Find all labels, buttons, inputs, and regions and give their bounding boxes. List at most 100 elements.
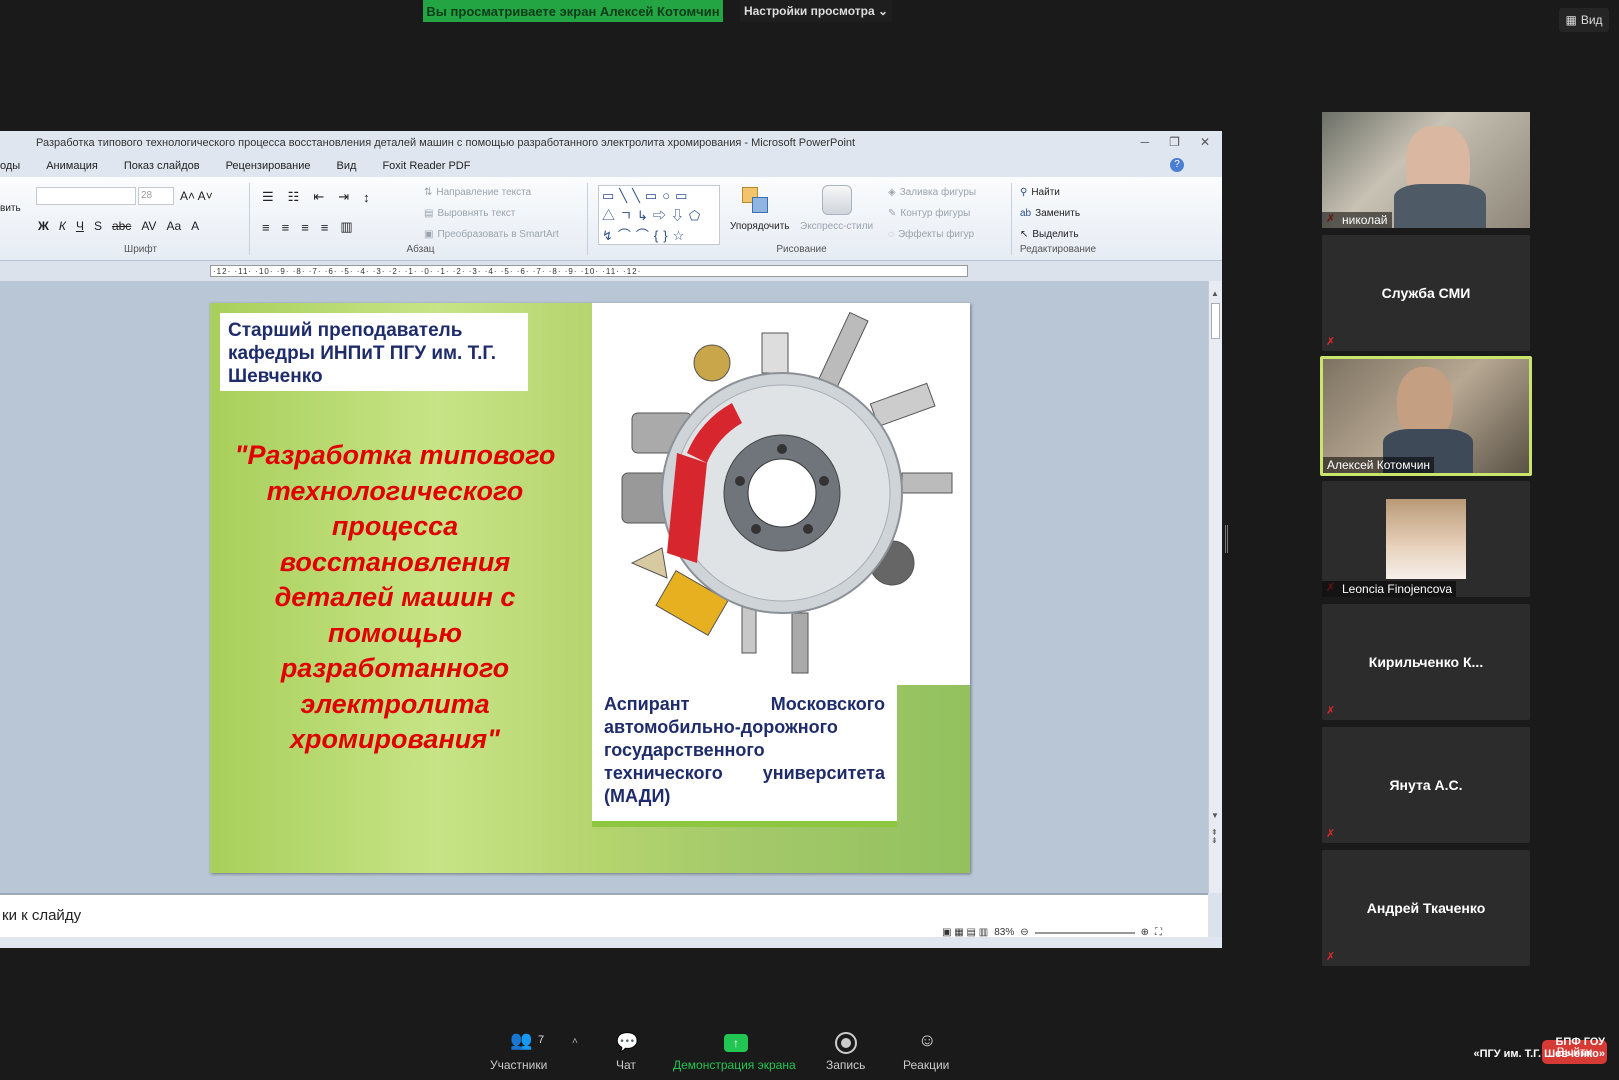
list-icons[interactable]: ☰ ☷ ⇤ ⇥ ↕: [262, 189, 370, 205]
participant-tile-active[interactable]: Алексей Котомчин: [1320, 356, 1532, 476]
close-icon[interactable]: ✕: [1200, 135, 1210, 149]
participant-name: Служба СМИ: [1381, 285, 1471, 301]
watermark-line2: «ПГУ им. Т.Г. Шевченко»: [1473, 1048, 1605, 1060]
participants-icon[interactable]: 👥: [510, 1030, 532, 1051]
fit-window-icon[interactable]: ⛶: [1155, 927, 1162, 938]
auto-parts-image[interactable]: [592, 303, 970, 685]
teacher-textbox[interactable]: Старший преподаватель кафедры ИНПиТ ПГУ …: [220, 313, 528, 391]
view-label: Вид: [1580, 13, 1603, 27]
align-icons[interactable]: ≡ ≡ ≡ ≡ ▥: [262, 219, 353, 235]
align-text[interactable]: ▤ Выровнять текст: [424, 208, 515, 219]
profile-photo: [1386, 499, 1466, 579]
arrange-button[interactable]: Упорядочить: [730, 221, 790, 232]
participants-button[interactable]: Участники: [490, 1058, 547, 1072]
replace-button[interactable]: ab Заменить: [1020, 208, 1080, 219]
zoom-level[interactable]: 83%: [994, 927, 1014, 938]
outline-icon: ✎: [888, 208, 897, 219]
smartart-label: Преобразовать в SmartArt: [437, 229, 559, 240]
muted-mic-icon: ✗: [1326, 705, 1336, 717]
slide[interactable]: Старший преподаватель кафедры ИНПиТ ПГУ …: [210, 303, 970, 873]
record-button[interactable]: Запись: [826, 1058, 865, 1072]
zoom-out-icon[interactable]: ⊖: [1020, 927, 1028, 938]
muted-mic-icon: ✗: [1326, 951, 1336, 963]
powerpoint-window: Разработка типового технологического про…: [0, 131, 1222, 948]
shape-outline[interactable]: ✎ Контур фигуры: [888, 208, 970, 219]
text-direction-icon: ⇅: [424, 187, 433, 198]
chat-icon[interactable]: 💬: [616, 1032, 638, 1053]
text-direction[interactable]: ⇅ Направление текста: [424, 187, 531, 198]
scroll-up-icon[interactable]: ▲: [1211, 289, 1219, 298]
participant-tile[interactable]: Андрей Ткаченко ✗: [1322, 850, 1530, 966]
tab-foxit[interactable]: Foxit Reader PDF: [382, 160, 470, 172]
help-icon[interactable]: ?: [1170, 158, 1184, 172]
ribbon: вить 28 A˄ A˅ Ж К Ч Sabc AV Aa A Шрифт ☰ ☷ ⇤ ⇥ ↕ ≡…: [0, 177, 1222, 261]
smartart-convert[interactable]: ▣ Преобразовать в SmartArt: [424, 229, 559, 240]
shapes-gallery[interactable]: ▭╲╲▭○▭ △ㄱ↳⇨⇩⬠ ↯⌒⌒{}☆: [598, 185, 720, 245]
share-screen-button[interactable]: Демонстрация экрана: [673, 1058, 796, 1072]
font-format-icons[interactable]: Ж К Ч Sabc AV Aa A: [38, 219, 199, 233]
zoom-in-icon[interactable]: ⊕: [1141, 927, 1149, 938]
participant-tile[interactable]: Кирильченко К... ✗: [1322, 604, 1530, 720]
scroll-down-icon[interactable]: ▼: [1211, 811, 1219, 820]
select-label: Выделить: [1032, 229, 1079, 240]
share-screen-icon[interactable]: ↑: [724, 1034, 748, 1052]
quick-styles-icon: [822, 185, 852, 215]
reactions-button[interactable]: Реакции: [903, 1058, 949, 1072]
shape-effects[interactable]: ◌ Эффекты фигур: [888, 229, 974, 240]
restore-icon[interactable]: ❐: [1169, 135, 1180, 149]
shape-outline-label: Контур фигуры: [900, 208, 971, 219]
reactions-icon[interactable]: ☺: [918, 1030, 936, 1051]
tab-animation[interactable]: Анимация: [46, 160, 98, 172]
smartart-icon: ▣: [424, 229, 434, 240]
aspirant-textbox[interactable]: Аспирант Московского автомобильно-дорожн…: [592, 685, 897, 827]
font-name-box[interactable]: [36, 187, 136, 205]
watermark: БПФ ГОУ «ПГУ им. Т.Г. Шевченко»: [1473, 1036, 1605, 1060]
find-button[interactable]: ⚲ Найти: [1020, 187, 1060, 198]
horizontal-ruler: ·12· ·11· ·10· ·9· ·8· ·7· ·6· ·5· ·4· ·…: [210, 265, 968, 277]
normal-view-icon[interactable]: ▣ ▦ ▤ ▥: [942, 927, 988, 938]
shape-effects-label: Эффекты фигур: [897, 229, 975, 240]
tab-transitions[interactable]: оды: [0, 160, 20, 172]
participant-tile[interactable]: ✗ николай: [1322, 112, 1530, 228]
tab-slideshow[interactable]: Показ слайдов: [124, 160, 200, 172]
view-settings-button[interactable]: Настройки просмотра ⌄: [740, 0, 892, 22]
drawing-group-label: Рисование: [776, 244, 827, 255]
grow-font-icon[interactable]: A˄ A˅: [180, 189, 213, 203]
participant-name: николай: [1322, 212, 1392, 228]
drawing-group: ▭╲╲▭○▭ △ㄱ↳⇨⇩⬠ ↯⌒⌒{}☆ Упорядочить Экспресс-…: [592, 183, 1012, 255]
shape-fill-label: Заливка фигуры: [899, 187, 977, 198]
shape-fill[interactable]: ◈ Заливка фигуры: [888, 187, 976, 198]
record-icon[interactable]: [835, 1032, 857, 1054]
watermark-line1: БПФ ГОУ: [1555, 1036, 1605, 1048]
status-bar: [0, 937, 1222, 948]
muted-mic-icon: ✗: [1326, 828, 1336, 840]
replace-label: Заменить: [1035, 208, 1081, 219]
fill-icon: ◈: [888, 187, 896, 198]
align-text-icon: ▤: [424, 208, 434, 219]
zoom-controls: ▣ ▦ ▤ ▥ 83% ⊖ ⊕ ⛶: [942, 927, 1162, 938]
quick-styles-button[interactable]: Экспресс-стили: [800, 221, 873, 232]
paste-button[interactable]: вить: [0, 203, 21, 214]
slide-title[interactable]: "Разработка типового технологического пр…: [230, 438, 560, 758]
zoom-slider[interactable]: [1034, 931, 1135, 934]
shirt-shape: [1394, 184, 1486, 228]
tab-view[interactable]: Вид: [337, 160, 357, 172]
editing-group: ⚲ Найти ab Заменить ↖ Выделить Редактирован…: [1016, 183, 1100, 255]
prev-slide-icon[interactable]: ⇞ ⇟: [1211, 829, 1218, 845]
participant-tile[interactable]: ✗ Leoncia Finojencova: [1322, 481, 1530, 597]
font-group: 28 A˄ A˅ Ж К Ч Sabc AV Aa A Шрифт: [32, 183, 250, 255]
scroll-thumb[interactable]: [1211, 303, 1220, 339]
vertical-scrollbar[interactable]: ▲ ▼ ⇞ ⇟: [1208, 281, 1222, 893]
chat-button[interactable]: Чат: [616, 1058, 636, 1072]
panel-splitter[interactable]: [1225, 525, 1228, 553]
tab-review[interactable]: Рецензирование: [226, 160, 311, 172]
participant-tile[interactable]: Янута А.С. ✗: [1322, 727, 1530, 843]
view-button[interactable]: ▦ Вид: [1559, 8, 1609, 32]
chevron-up-icon[interactable]: ˄: [572, 1036, 578, 1047]
participants-count: 7: [538, 1034, 545, 1046]
participant-tile[interactable]: Служба СМИ ✗: [1322, 235, 1530, 351]
viewing-banner: Вы просматриваете экран Алексей Котомчин: [423, 0, 723, 22]
font-size-box[interactable]: 28: [138, 187, 174, 205]
select-button[interactable]: ↖ Выделить: [1020, 229, 1079, 240]
minimize-icon[interactable]: ─: [1141, 135, 1150, 149]
